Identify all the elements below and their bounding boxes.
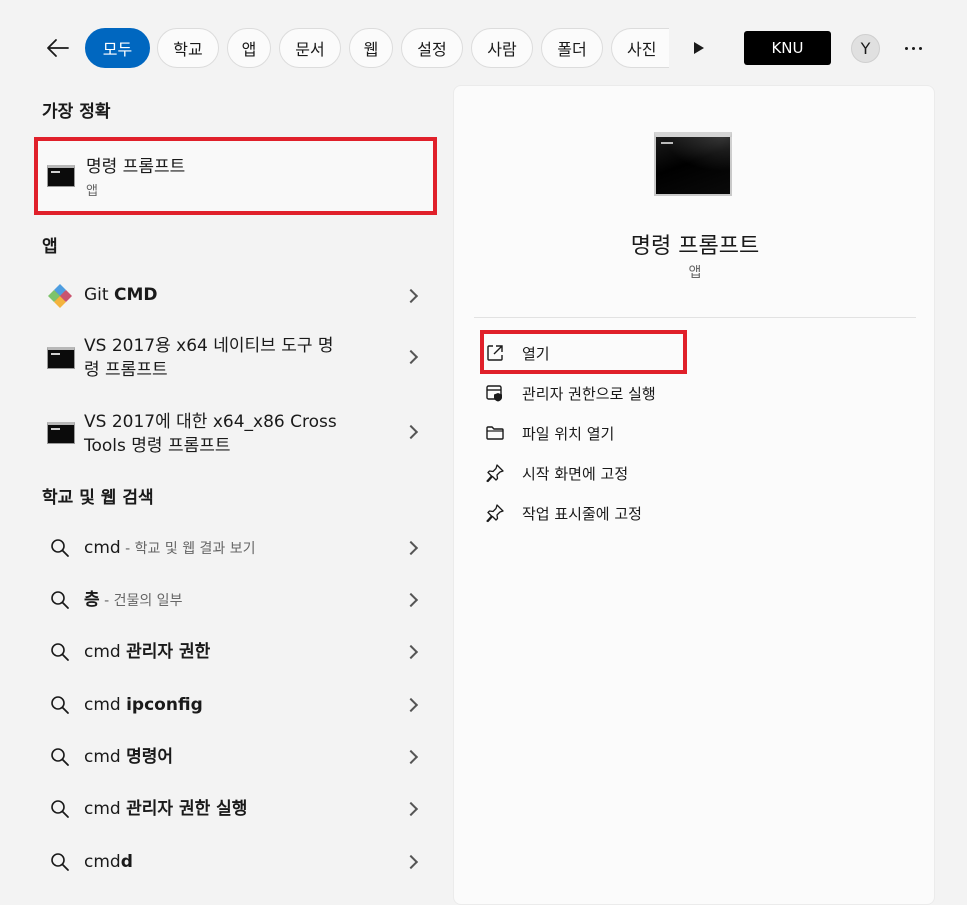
filter-chip-photos[interactable]: 사진 — [611, 28, 669, 68]
app-result-vs2017-x64-x86-cross[interactable]: VS 2017에 대한 x64_x86 Cross Tools 명령 프롬프트 — [34, 405, 434, 461]
filter-chip-apps[interactable]: 앱 — [227, 28, 271, 68]
web-result-label: cmd 명령어 — [84, 747, 174, 767]
section-web-heading: 학교 및 웹 검색 — [42, 488, 154, 508]
web-result[interactable]: cmd 관리자 권한 — [34, 632, 434, 672]
chevron-right-icon — [403, 592, 419, 608]
filter-chip-documents[interactable]: 문서 — [279, 28, 341, 68]
search-icon — [51, 591, 69, 609]
filter-chip-folders[interactable]: 폴더 — [541, 28, 603, 68]
web-result[interactable]: 층 - 건물의 일부 — [34, 580, 434, 620]
web-result[interactable]: cmd 관리자 권한 실행 — [34, 789, 434, 829]
action-pin-to-taskbar[interactable]: 작업 표시줄에 고정 — [484, 496, 724, 530]
action-label: 작업 표시줄에 고정 — [522, 504, 642, 523]
web-result[interactable]: cmd ipconfig — [34, 685, 434, 725]
app-result-label: VS 2017용 x64 네이티브 도구 명령 프롬프트 — [84, 336, 334, 380]
pin-icon — [484, 462, 506, 484]
filter-chip-web[interactable]: 웹 — [349, 28, 393, 68]
chevron-right-icon — [403, 424, 419, 440]
arrow-left-icon — [47, 39, 69, 57]
app-result-label: Git CMD — [84, 285, 158, 305]
admin-shield-icon — [484, 382, 506, 404]
section-best-match-heading: 가장 정확 — [42, 102, 111, 122]
play-icon — [694, 42, 704, 54]
chevron-right-icon — [403, 540, 419, 556]
detail-subtitle: 앱 — [688, 265, 702, 281]
web-result[interactable]: cmd - 학교 및 웹 결과 보기 — [34, 528, 434, 568]
action-open[interactable]: 열기 — [484, 336, 724, 370]
search-icon — [51, 539, 69, 557]
divider — [474, 317, 916, 318]
detail-title: 명령 프롬프트 — [630, 234, 760, 259]
detail-panel: 명령 프롬프트 앱 열기 관리자 권한으로 실행 파일 위치 열기 시작 화면에… — [453, 85, 935, 905]
chevron-right-icon — [403, 644, 419, 660]
search-icon — [51, 643, 69, 661]
web-result-label: cmd - 학교 및 웹 결과 보기 — [84, 538, 256, 558]
more-options-button[interactable] — [898, 34, 928, 62]
best-match-title: 명령 프롬프트 — [86, 157, 186, 177]
more-icon — [904, 46, 922, 50]
section-apps-heading: 앱 — [42, 237, 58, 257]
command-prompt-large-icon — [654, 132, 734, 196]
folder-icon — [484, 422, 506, 444]
chevron-right-icon — [403, 697, 419, 713]
back-button[interactable] — [40, 32, 76, 64]
filter-chip-settings[interactable]: 설정 — [401, 28, 463, 68]
search-icon — [51, 696, 69, 714]
search-icon — [51, 853, 69, 871]
app-result-vs2017-x64-native[interactable]: VS 2017용 x64 네이티브 도구 명령 프롬프트 — [34, 330, 434, 386]
action-label: 시작 화면에 고정 — [522, 464, 629, 483]
action-run-as-admin[interactable]: 관리자 권한으로 실행 — [484, 376, 724, 410]
action-label: 파일 위치 열기 — [522, 424, 615, 443]
command-prompt-icon — [47, 165, 75, 187]
chevron-right-icon — [403, 749, 419, 765]
web-result-label: cmd 관리자 권한 실행 — [84, 799, 248, 819]
top-filter-bar: 모두 학교 앱 문서 웹 설정 사람 폴더 사진 KNU Y — [0, 0, 967, 94]
action-open-file-location[interactable]: 파일 위치 열기 — [484, 416, 724, 450]
web-result[interactable]: cmdd — [34, 842, 434, 882]
search-icon — [51, 800, 69, 818]
command-prompt-icon — [47, 422, 75, 444]
git-icon — [48, 284, 72, 308]
chevron-right-icon — [403, 349, 419, 365]
pin-icon — [484, 502, 506, 524]
filter-chip-school[interactable]: 학교 — [157, 28, 219, 68]
web-result-label: cmd 관리자 권한 — [84, 642, 211, 662]
action-label: 관리자 권한으로 실행 — [522, 384, 656, 403]
web-result-label: cmdd — [84, 852, 133, 872]
action-pin-to-start[interactable]: 시작 화면에 고정 — [484, 456, 724, 490]
filter-chip-people[interactable]: 사람 — [471, 28, 533, 68]
organization-button[interactable]: KNU — [744, 31, 831, 65]
filter-chip-all[interactable]: 모두 — [85, 28, 150, 68]
web-result-label: 층 - 건물의 일부 — [84, 590, 183, 610]
chevron-right-icon — [403, 288, 419, 304]
avatar[interactable]: Y — [851, 34, 880, 63]
best-match-subtitle: 앱 — [86, 184, 98, 199]
best-match-result[interactable]: 명령 프롬프트 앱 — [34, 137, 437, 215]
app-result-git-cmd[interactable]: Git CMD — [34, 272, 434, 318]
web-result[interactable]: cmd 명령어 — [34, 737, 434, 777]
app-result-label: VS 2017에 대한 x64_x86 Cross Tools 명령 프롬프트 — [84, 412, 337, 456]
open-external-icon — [484, 342, 506, 364]
command-prompt-icon — [47, 347, 75, 369]
action-label: 열기 — [522, 344, 550, 363]
search-icon — [51, 748, 69, 766]
chevron-right-icon — [403, 801, 419, 817]
scroll-chips-button[interactable] — [686, 32, 712, 64]
web-result-label: cmd ipconfig — [84, 695, 203, 715]
chevron-right-icon — [403, 854, 419, 870]
